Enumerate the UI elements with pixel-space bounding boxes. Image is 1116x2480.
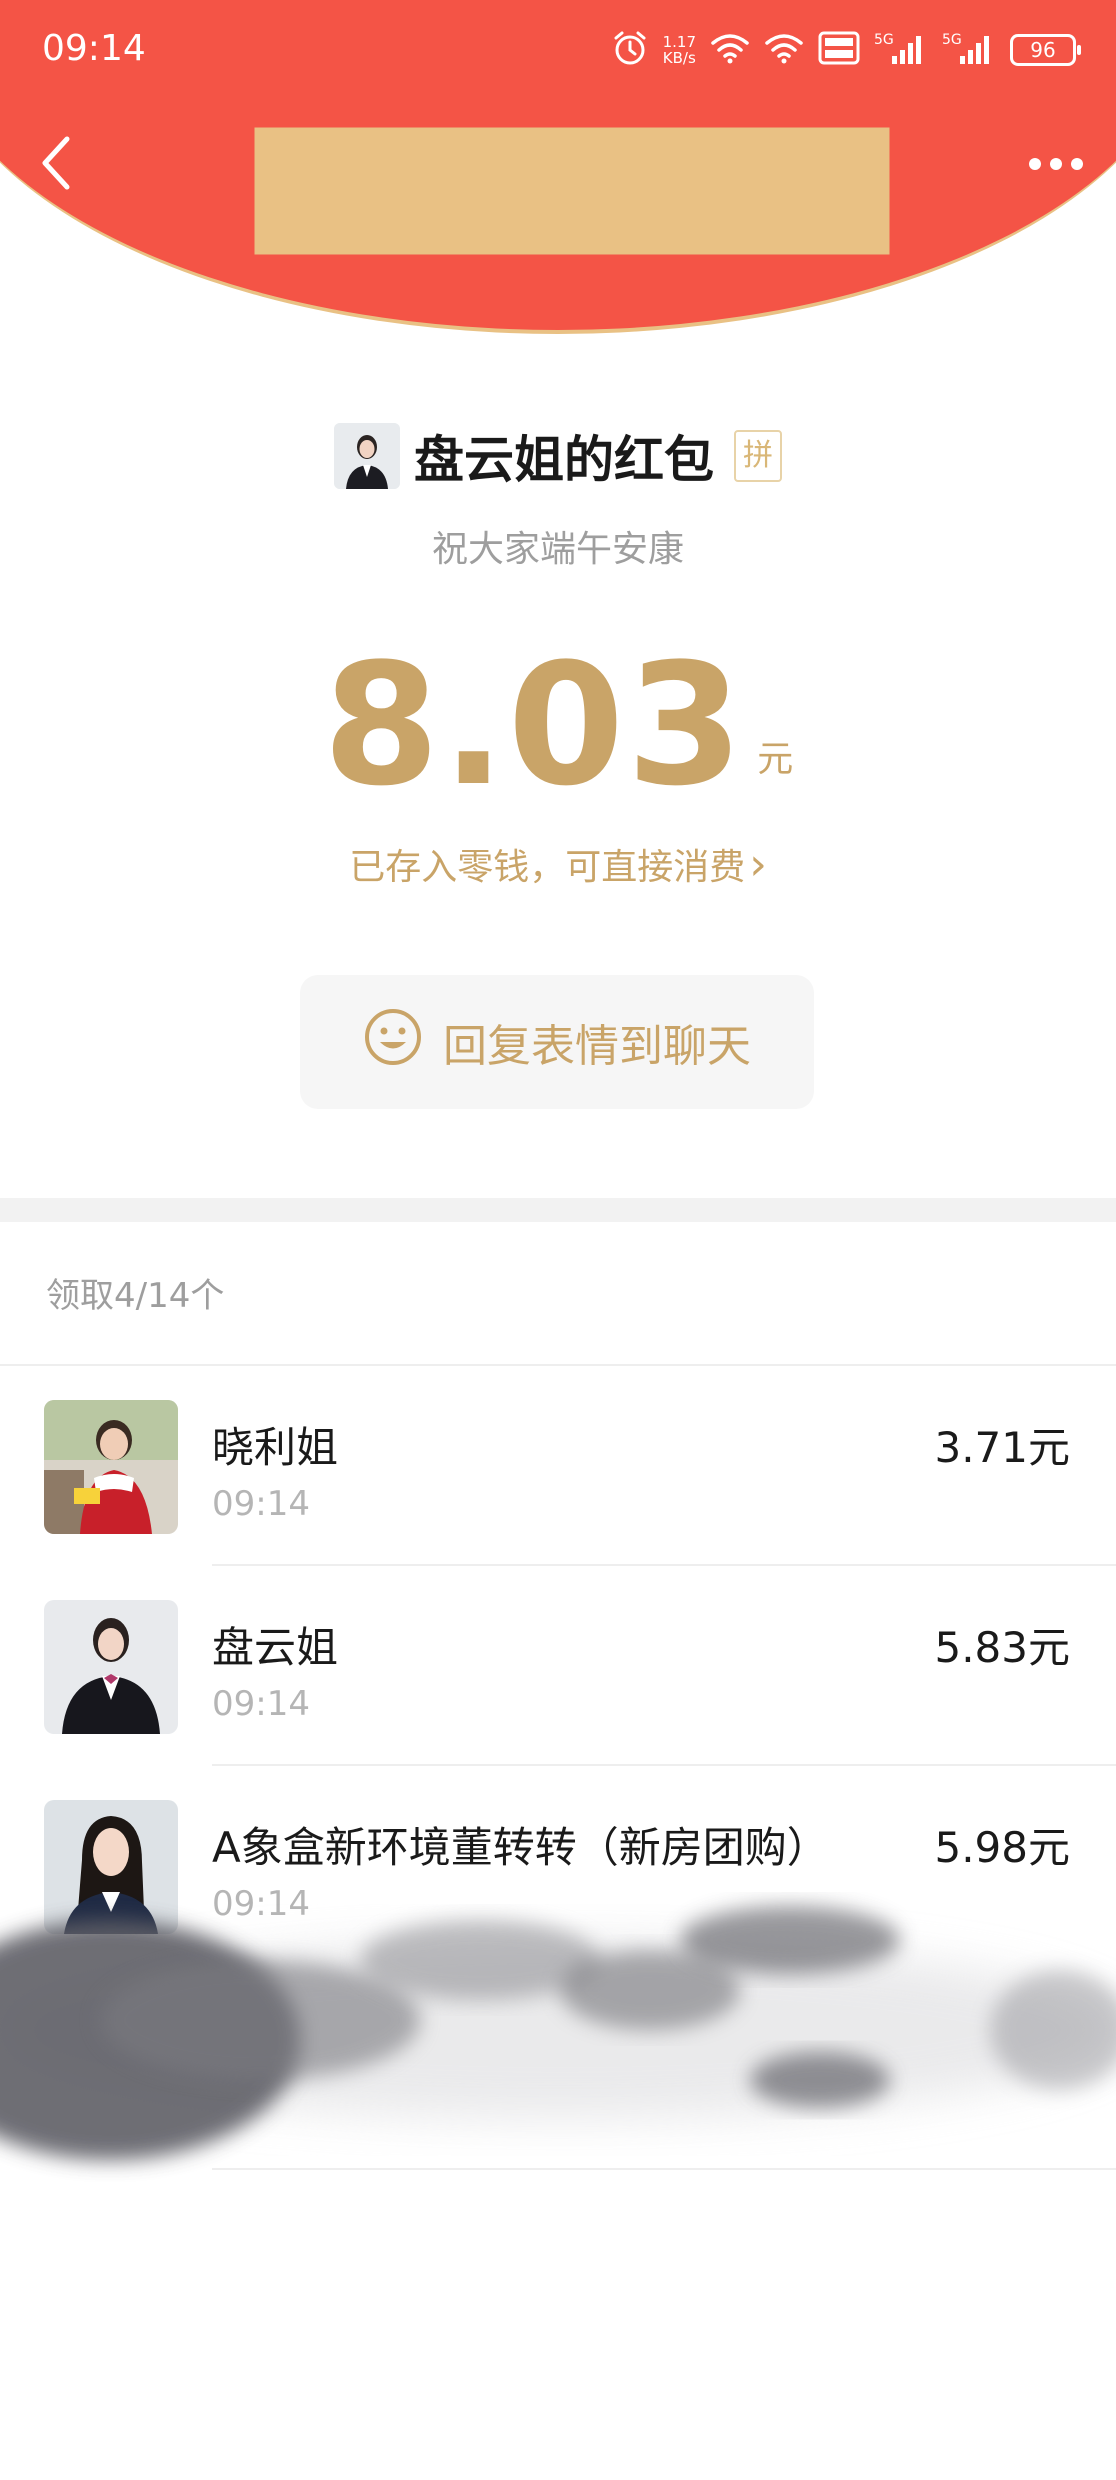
wifi-icon: [710, 31, 750, 69]
back-button[interactable]: [26, 130, 86, 200]
list-item-time: 09:14: [212, 1684, 310, 1724]
net-speed: 1.17 KB/s: [663, 34, 696, 66]
status-time: 09:14: [42, 28, 146, 69]
list-item-name: 盘云姐: [212, 1623, 339, 1672]
list-item[interactable]: 盘云姐 09:14 5.83元: [0, 1566, 1116, 1766]
svg-text:5G: 5G: [942, 32, 962, 48]
stored-text: 已存入零钱，可直接消费: [349, 847, 746, 888]
list-item-name: A象盒新环境董转转（新房团购）: [212, 1823, 829, 1872]
blessing-text: 祝大家端午安康: [431, 529, 684, 570]
amount-unit: 元: [757, 739, 794, 780]
sender-title: 盘云姐的红包: [414, 431, 714, 489]
more-horizontal-icon: [1028, 156, 1084, 175]
list-item-name: 晓利姐: [212, 1423, 339, 1472]
stored-to-change-link[interactable]: 已存入零钱，可直接消费›: [0, 838, 1116, 890]
avatar[interactable]: [44, 1400, 178, 1534]
battery-level: 96: [1030, 38, 1056, 62]
amount-row: 8.03 元: [0, 640, 1116, 810]
wifi-icon: [764, 31, 804, 69]
list-item-amount: 3.71元: [934, 1423, 1070, 1472]
status-bar: 09:14 1.17 KB/s 5G 5G 96: [0, 0, 1116, 100]
received-count: 领取4/14个: [46, 1276, 225, 1316]
net-speed-unit: KB/s: [662, 49, 696, 67]
sender-avatar[interactable]: [334, 423, 400, 489]
signal-5g-icon: 5G: [942, 30, 996, 70]
reply-sticker-button[interactable]: 回复表情到聊天: [300, 975, 814, 1109]
hd-icon: [818, 31, 860, 69]
chevron-right-icon: ›: [749, 839, 767, 890]
list-item-time: 09:14: [212, 1484, 310, 1524]
more-options-button[interactable]: [1016, 140, 1096, 190]
signal-5g-icon: 5G: [874, 30, 928, 70]
smiley-icon: [363, 1007, 423, 1078]
red-packet-detail-page: 09:14 1.17 KB/s 5G 5G 96 盘云姐的红包 拼 祝大家端午安…: [0, 0, 1116, 2480]
section-divider: [0, 1198, 1116, 1222]
list-item-amount: 5.83元: [934, 1623, 1070, 1672]
list-item-amount: 5.98元: [934, 1823, 1070, 1872]
group-luck-tag: 拼: [734, 430, 782, 482]
net-speed-value: 1.17: [662, 33, 696, 51]
battery-icon: 96: [1010, 34, 1081, 66]
chevron-left-icon: [39, 135, 73, 195]
alarm-icon: [611, 29, 649, 71]
list-item[interactable]: 晓利姐 09:14 3.71元: [0, 1366, 1116, 1566]
status-icons: 1.17 KB/s 5G 5G 96: [611, 26, 1081, 74]
amount-value: 8.03: [322, 627, 746, 823]
avatar[interactable]: [44, 1600, 178, 1734]
sender-row: 盘云姐的红包 拼: [0, 420, 1116, 492]
reply-label: 回复表情到聊天: [443, 1021, 751, 1072]
divider: [212, 2168, 1116, 2170]
svg-text:5G: 5G: [874, 32, 894, 48]
